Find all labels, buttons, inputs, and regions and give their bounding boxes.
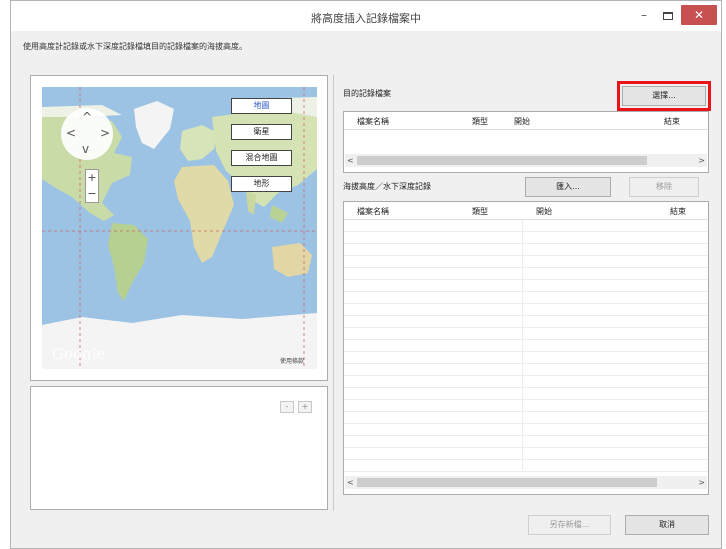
source-horizontal-scrollbar[interactable]: < > [345,476,707,489]
table-row [344,364,708,376]
table-row [344,436,708,448]
col-file-name[interactable]: 檔案名稱 [357,206,389,217]
map-type-terrain[interactable]: 地形 [231,176,292,192]
instruction-text: 使用高度計記錄或水下深度記錄檔填目的記錄檔案的海拔高度。 [23,42,247,51]
maximize-button[interactable] [657,5,679,25]
window-title: 將高度插入記錄檔案中 [311,12,421,25]
title-bar: 將高度插入記錄檔案中 – ✕ [11,1,721,31]
table-row [344,376,708,388]
scroll-right-icon[interactable]: > [698,476,705,489]
profile-panel: - + [30,386,328,510]
table-row [344,220,708,232]
pan-right-icon[interactable]: > [100,126,110,140]
col-end[interactable]: 結束 [670,206,686,217]
col-type[interactable]: 類型 [472,206,488,217]
remove-button[interactable]: 移除 [629,177,699,197]
table-row [344,244,708,256]
source-table-header: 檔案名稱 類型 開始 結束 [344,202,708,220]
save-as-button[interactable]: 另存新檔... [528,515,611,535]
scroll-thumb[interactable] [357,478,657,487]
close-button[interactable]: ✕ [681,5,717,25]
table-row [344,340,708,352]
zoom-in-button[interactable]: + [86,170,98,186]
table-row [344,232,708,244]
target-log-label: 目的記錄檔案 [343,89,391,98]
panel-divider [333,75,334,511]
col-file-name[interactable]: 檔案名稱 [357,116,389,127]
cancel-button[interactable]: 取消 [625,515,709,535]
table-row [344,424,708,436]
scroll-left-icon[interactable]: < [347,154,354,167]
maximize-icon [663,11,673,20]
target-table-header: 檔案名稱 類型 開始 結束 [344,112,708,130]
source-log-label: 海拔高度／水下深度記錄 [343,182,431,191]
scroll-right-icon[interactable]: > [698,154,705,167]
table-row [344,448,708,460]
map-panel: ^ v < > + − 地圖 衛星 混合地圖 地形 Google 使用條款 [30,75,328,381]
col-end[interactable]: 結束 [664,116,680,127]
table-row [344,316,708,328]
map-type-map[interactable]: 地圖 [231,98,292,114]
google-logo: Google [52,345,106,363]
plus-button[interactable]: + [298,401,312,413]
world-map[interactable]: ^ v < > + − 地圖 衛星 混合地圖 地形 Google 使用條款 [42,87,317,369]
select-button-highlight [617,81,711,111]
table-row [344,328,708,340]
zoom-control: + − [85,169,99,203]
pan-down-icon[interactable]: v [82,142,89,156]
table-row [344,400,708,412]
minimize-button[interactable]: – [633,5,655,25]
table-row [344,388,708,400]
table-row [344,292,708,304]
terms-link[interactable]: 使用條款 [280,356,304,365]
minus-button[interactable]: - [280,401,294,413]
col-start[interactable]: 開始 [514,116,530,127]
target-horizontal-scrollbar[interactable]: < > [345,154,707,167]
map-type-satellite[interactable]: 衛星 [231,124,292,140]
source-log-table[interactable]: 檔案名稱 類型 開始 結束 < > [343,201,709,495]
table-row [344,352,708,364]
table-row [344,256,708,268]
table-row [344,304,708,316]
table-row [344,460,708,472]
dialog-window: 將高度插入記錄檔案中 – ✕ 使用高度計記錄或水下深度記錄檔填目的記錄檔案的海拔… [10,0,722,549]
pan-left-icon[interactable]: < [66,126,76,140]
scroll-left-icon[interactable]: < [347,476,354,489]
zoom-out-button[interactable]: − [86,186,98,202]
col-start[interactable]: 開始 [536,206,552,217]
import-button[interactable]: 匯入... [525,177,611,197]
target-log-table[interactable]: 檔案名稱 類型 開始 結束 < > [343,111,709,173]
pan-control[interactable]: ^ v < > [61,108,113,160]
table-row [344,412,708,424]
scroll-thumb[interactable] [357,156,647,165]
table-row [344,268,708,280]
table-row [344,280,708,292]
right-panel: 目的記錄檔案 選擇... 檔案名稱 類型 開始 結束 < > 海拔高度／水下深度… [339,75,711,511]
map-type-hybrid[interactable]: 混合地圖 [231,150,292,166]
pan-up-icon[interactable]: ^ [82,110,92,124]
col-type[interactable]: 類型 [472,116,488,127]
